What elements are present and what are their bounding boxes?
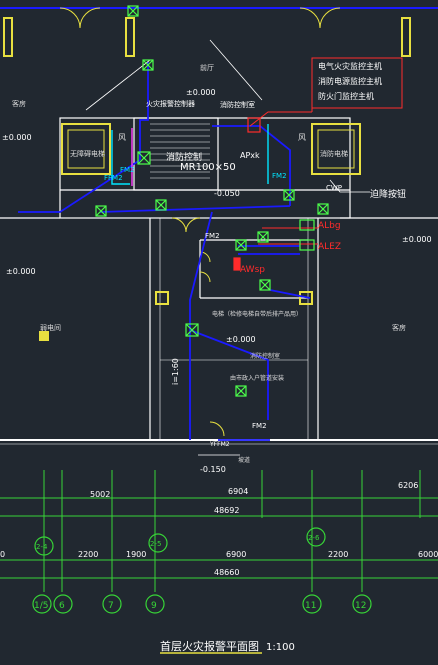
detector-icon	[317, 203, 329, 215]
room-label: 无障碍电梯	[70, 149, 105, 158]
axis-label: 6	[59, 601, 65, 611]
device-label: FFM2	[104, 174, 123, 182]
axis-label: 12	[355, 601, 366, 611]
signal-lines	[111, 58, 318, 245]
room-label: 风	[118, 133, 126, 142]
axis-label: 9	[151, 601, 157, 611]
callout-elevator-button: 迫降按钮	[370, 188, 406, 200]
dimension-text: 0	[0, 550, 5, 559]
level-label: ±0.000	[2, 133, 32, 142]
level-label: ±0.000	[226, 335, 256, 344]
device-label: CWP	[326, 184, 342, 192]
dimension-text: 6904	[228, 487, 248, 496]
room-label: 前厅	[200, 63, 214, 72]
callout-power-host: 消防电源监控主机	[318, 76, 382, 86]
drawing-scale: 1:100	[266, 642, 295, 653]
dimension-text: 2200	[328, 550, 348, 559]
device-label: FM2	[120, 166, 135, 174]
room-label: 消防控制室	[220, 100, 255, 109]
room-label: 火灾报警控制器	[146, 99, 195, 108]
device-label: ALEZ	[318, 242, 341, 252]
device-label: FM2	[252, 422, 267, 430]
dimension-text: 2200	[78, 550, 98, 559]
device-label: MR100×50	[180, 162, 236, 173]
room-label: 客房	[12, 99, 26, 108]
callout-door-host: 防火门监控主机	[318, 91, 374, 101]
axis-label: 2-4	[36, 543, 48, 551]
device-label: AWsp	[240, 265, 265, 275]
dimension-text: 6000	[418, 550, 438, 559]
detector-icon	[235, 239, 247, 251]
dimension-text: 1900	[126, 550, 146, 559]
floor-plan-svg: 电气火灾监控主机 消防电源监控主机 防火门监控主机 迫降按钮 前厅 客房 客房 …	[0, 5, 438, 654]
detector-icon	[235, 385, 247, 397]
detector-icon	[185, 323, 199, 337]
device-label: FM2	[205, 232, 220, 240]
axis-label: 2-5	[150, 540, 161, 548]
axis-label: 11	[305, 601, 316, 611]
level-label: -0.050	[214, 189, 240, 198]
axis-label: 7	[108, 601, 114, 611]
dimension-text: 48692	[214, 506, 239, 515]
level-label: ±0.000	[186, 88, 216, 97]
room-label: 消防电梯	[320, 149, 348, 158]
device-label: FM2	[272, 172, 287, 180]
drawing-title: 首层火灾报警平面图	[160, 639, 259, 653]
device-label: YFFM2	[209, 441, 230, 448]
text-layer: 电气火灾监控主机 消防电源监控主机 防火门监控主机 迫降按钮 前厅 客房 客房 …	[0, 61, 438, 653]
room-label: 消防控制室	[250, 352, 280, 360]
dimension-text: 5002	[90, 490, 110, 499]
level-label: -0.150	[200, 465, 226, 474]
axis-label: 2-6	[308, 534, 320, 542]
room-label: 客房	[392, 323, 406, 332]
callout-fire-host: 电气火灾监控主机	[318, 61, 382, 71]
device-label: ALbg	[318, 221, 341, 231]
detector-icon	[283, 189, 295, 201]
walls	[0, 7, 438, 445]
level-label: ±0.000	[402, 235, 432, 244]
room-label: 由市政入户管道安装	[230, 374, 284, 382]
room-label: 风	[298, 133, 306, 142]
level-label: ±0.000	[6, 267, 36, 276]
alarm-bus	[18, 62, 311, 441]
room-label: 电梯（检修电梯自带后排产品用）	[212, 310, 302, 318]
device-label: APxk	[240, 151, 260, 160]
cad-drawing-canvas[interactable]: 电气火灾监控主机 消防电源监控主机 防火门监控主机 迫降按钮 前厅 客房 客房 …	[0, 0, 438, 665]
axis-label: 1/5	[34, 601, 48, 611]
dimension-text: 6206	[398, 481, 418, 490]
dimension-text: 6900	[226, 550, 246, 559]
room-label: 坡道	[238, 456, 250, 464]
dimension-text: 48660	[214, 568, 239, 577]
panel-alez-icon	[299, 239, 315, 251]
detector-icon	[155, 199, 167, 211]
slope-label: i=1:60	[171, 358, 180, 385]
door-arcs	[59, 7, 341, 437]
room-label: 弱电间	[40, 323, 61, 332]
axis-bubbles	[32, 527, 372, 614]
detector-icon	[259, 279, 271, 291]
